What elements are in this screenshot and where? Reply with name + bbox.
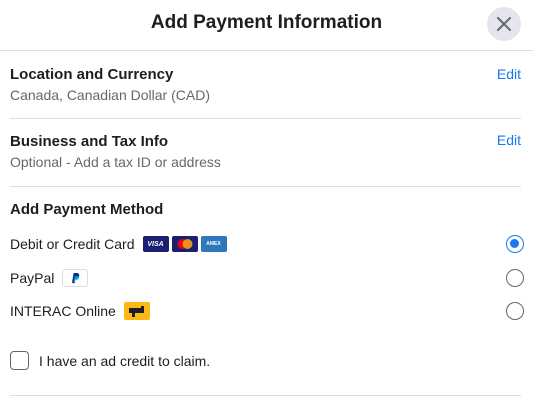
divider <box>10 395 521 396</box>
payment-method-title: Add Payment Method <box>10 201 164 218</box>
divider <box>10 186 521 187</box>
visa-logo-text: VISA <box>147 240 164 248</box>
payment-option-label: PayPal <box>10 270 55 286</box>
radio-paypal[interactable] <box>506 269 524 287</box>
business-section: Business and Tax Info Optional - Add a t… <box>10 132 521 170</box>
radio-card[interactable] <box>506 235 524 253</box>
location-title: Location and Currency <box>10 66 174 83</box>
interac-logo <box>123 302 150 320</box>
ad-credit-row[interactable]: I have an ad credit to claim. <box>10 351 210 370</box>
close-icon <box>497 17 511 31</box>
visa-logo: VISA <box>142 236 169 252</box>
radio-interac[interactable] <box>506 302 524 320</box>
location-edit-link[interactable]: Edit <box>497 66 521 82</box>
payment-option-interac[interactable]: INTERAC Online <box>10 299 524 323</box>
business-subtitle: Optional - Add a tax ID or address <box>10 154 221 170</box>
amex-logo-text: AMEX <box>206 241 221 247</box>
mastercard-icon <box>177 239 192 249</box>
location-subtitle: Canada, Canadian Dollar (CAD) <box>10 87 210 103</box>
dialog-title: Add Payment Information <box>150 12 383 33</box>
divider <box>10 118 521 119</box>
paypal-icon <box>72 273 80 284</box>
payment-option-paypal[interactable]: PayPal <box>10 266 524 290</box>
interac-icon <box>128 306 144 317</box>
payment-option-label: INTERAC Online <box>10 303 116 319</box>
close-button[interactable] <box>487 7 521 41</box>
payment-method-heading: Add Payment Method <box>10 201 521 218</box>
paypal-logo <box>62 269 89 287</box>
business-edit-link[interactable]: Edit <box>497 132 521 148</box>
mastercard-logo <box>171 236 198 252</box>
ad-credit-checkbox[interactable] <box>10 351 29 370</box>
amex-logo: AMEX <box>200 236 227 252</box>
payment-option-label: Debit or Credit Card <box>10 236 135 252</box>
payment-option-card[interactable]: Debit or Credit Card VISA AMEX <box>10 232 524 256</box>
ad-credit-label: I have an ad credit to claim. <box>39 352 211 369</box>
business-title: Business and Tax Info <box>10 133 169 150</box>
dialog-header: Add Payment Information <box>0 0 533 51</box>
location-section: Location and Currency Canada, Canadian D… <box>10 66 521 103</box>
